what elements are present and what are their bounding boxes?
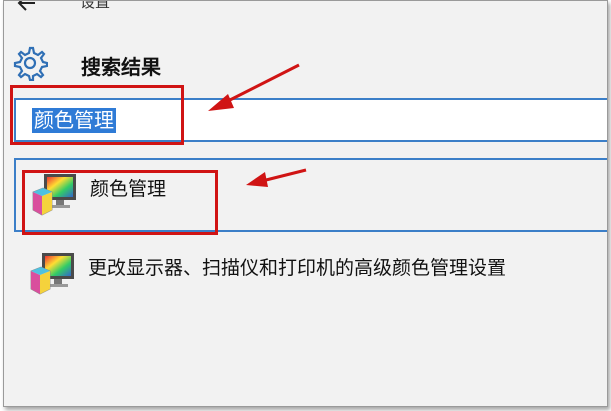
search-result-advanced-color-settings[interactable]: 更改显示器、扫描仪和打印机的高级颜色管理设置 (14, 239, 607, 313)
title-bar: 设置 (4, 0, 607, 17)
back-arrow-icon[interactable] (16, 0, 38, 13)
window-title: 设置 (80, 0, 111, 11)
annotation-box-result (22, 170, 218, 235)
search-results-heading: 搜索结果 (81, 55, 161, 79)
color-management-icon (30, 253, 74, 295)
annotation-box-search (10, 85, 184, 145)
search-result-label: 更改显示器、扫描仪和打印机的高级颜色管理设置 (88, 257, 507, 279)
settings-window: 设置 搜索结果 颜色管理 颜色管理 更改显示器、扫描仪和打印机的高级颜色管理设置 (3, 0, 608, 407)
gear-icon (13, 46, 48, 81)
